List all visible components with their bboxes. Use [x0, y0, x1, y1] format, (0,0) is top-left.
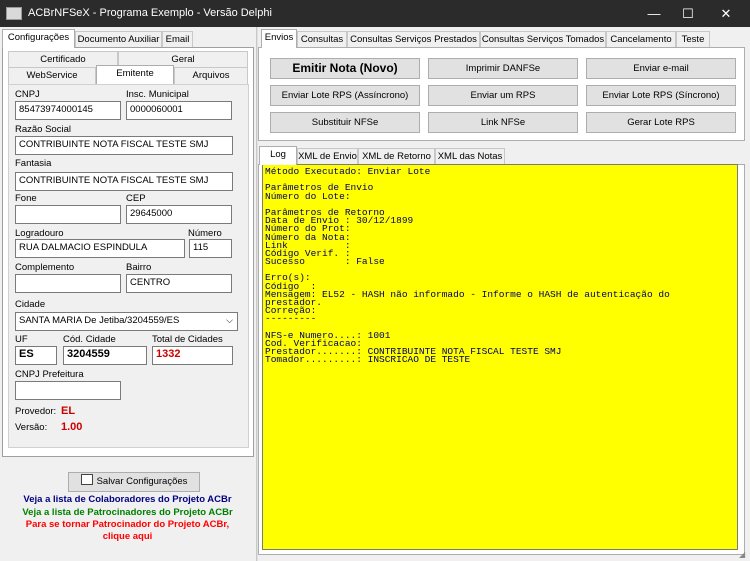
tab-xml-envio[interactable]: XML de Envio	[297, 148, 358, 165]
log-line: Erro(s):	[265, 272, 311, 284]
maximize-button[interactable]: ☐	[668, 0, 708, 27]
cnpj-label: CNPJ	[15, 89, 40, 100]
link-patrocinadores[interactable]: Veja a lista de Patrocinadores do Projet…	[0, 507, 255, 518]
logradouro-label: Logradouro	[15, 228, 64, 239]
log-line: Mensagem: EL52 - HASH não informado - In…	[265, 288, 670, 300]
total-cidades-label: Total de Cidades	[152, 334, 223, 345]
cod-cidade-label: Cód. Cidade	[63, 334, 116, 345]
tab-documento-auxiliar[interactable]: Documento Auxiliar	[75, 31, 162, 48]
log-line: ---------	[265, 313, 317, 325]
save-config-button[interactable]: Salvar Configurações	[68, 472, 200, 492]
tab-log[interactable]: Log	[259, 146, 297, 165]
versao-value: 1.00	[61, 421, 83, 433]
window-title: ACBrNFSeX - Programa Exemplo - Versão De…	[28, 7, 272, 19]
log-line: Sucesso : False	[265, 256, 385, 268]
razao-social-label: Razão Social	[15, 124, 71, 135]
insc-municipal-label: Insc. Municipal	[126, 89, 189, 100]
app-icon	[6, 7, 22, 20]
tab-xml-notas[interactable]: XML das Notas	[435, 148, 505, 165]
tab-emitente[interactable]: Emitente	[96, 65, 174, 84]
provedor-value: EL	[61, 405, 76, 417]
cep-field[interactable]: 29645000	[126, 205, 232, 224]
cidade-selected-value: SANTA MARIA De Jetiba/3204559/ES	[19, 315, 180, 326]
imprimir-danfse-button[interactable]: Imprimir DANFSe	[428, 58, 578, 79]
gerar-lote-rps-button[interactable]: Gerar Lote RPS	[586, 112, 736, 133]
bairro-field[interactable]: CENTRO	[126, 274, 232, 293]
enviar-um-rps-button[interactable]: Enviar um RPS	[428, 85, 578, 106]
tab-email[interactable]: Email	[162, 31, 193, 48]
tab-xml-retorno[interactable]: XML de Retorno	[358, 148, 435, 165]
enviar-email-button[interactable]: Enviar e-mail	[586, 58, 736, 79]
tab-consultas-tomados[interactable]: Consultas Serviços Tomados	[480, 31, 606, 48]
numero-label: Número	[188, 228, 222, 239]
resize-grip-icon[interactable]: ◢	[739, 550, 749, 560]
log-line: Tomador.........: INSCRICAO DE TESTE	[265, 354, 471, 366]
cnpj-prefeitura-label: CNPJ Prefeitura	[15, 369, 84, 380]
uf-label: UF	[15, 334, 28, 345]
complemento-label: Complemento	[15, 262, 75, 273]
provedor-label: Provedor:	[15, 406, 57, 417]
total-cidades-field[interactable]: 1332	[152, 346, 233, 365]
log-line: Número do Lote:	[265, 190, 351, 202]
substituir-nfse-button[interactable]: Substituir NFSe	[270, 112, 420, 133]
bairro-label: Bairro	[126, 262, 152, 273]
tab-configuracoes[interactable]: Configurações	[2, 29, 75, 48]
logradouro-field[interactable]: RUA DALMACIO ESPINDULA	[15, 239, 185, 258]
link-colaboradores[interactable]: Veja a lista de Colaboradores do Projeto…	[0, 494, 255, 505]
fone-label: Fone	[15, 193, 37, 204]
fantasia-field[interactable]: CONTRIBUINTE NOTA FISCAL TESTE SMJ	[15, 172, 233, 191]
uf-field[interactable]: ES	[15, 346, 57, 365]
tab-webservice[interactable]: WebService	[8, 67, 96, 84]
numero-field[interactable]: 115	[189, 239, 232, 258]
tab-envios[interactable]: Envios	[261, 29, 297, 48]
log-memo[interactable]: Método Executado: Enviar Lote Parâmetros …	[262, 164, 738, 550]
fantasia-label: Fantasia	[15, 158, 52, 169]
insc-municipal-field[interactable]: 0000060001	[126, 101, 232, 120]
link-nfse-button[interactable]: Link NFSe	[428, 112, 578, 133]
log-line: Correção:	[265, 305, 317, 317]
cnpj-field[interactable]: 85473974000145	[15, 101, 121, 120]
razao-social-field[interactable]: CONTRIBUINTE NOTA FISCAL TESTE SMJ	[15, 136, 233, 155]
emitir-nota-button[interactable]: Emitir Nota (Novo)	[270, 58, 420, 79]
log-line: prestador.	[265, 297, 323, 308]
cnpj-prefeitura-field[interactable]	[15, 381, 121, 400]
versao-label: Versão:	[15, 422, 48, 433]
tab-arquivos[interactable]: Arquivos	[174, 67, 248, 84]
tab-teste[interactable]: Teste	[676, 31, 710, 48]
enviar-lote-sincrono-button[interactable]: Enviar Lote RPS (Síncrono)	[586, 85, 736, 106]
title-bar: ACBrNFSeX - Programa Exemplo - Versão De…	[0, 0, 750, 27]
enviar-lote-assincrono-button[interactable]: Enviar Lote RPS (Assíncrono)	[270, 85, 420, 106]
tab-consultas-prestados[interactable]: Consultas Serviços Prestados	[347, 31, 480, 48]
complemento-field[interactable]	[15, 274, 121, 293]
tab-cancelamento[interactable]: Cancelamento	[606, 31, 676, 48]
fone-field[interactable]	[15, 205, 121, 224]
close-button[interactable]: ✕	[706, 0, 746, 27]
log-line: Método Executado: Enviar Lote	[265, 166, 431, 177]
cidade-select[interactable]: SANTA MARIA De Jetiba/3204559/ES ⌵	[15, 312, 238, 331]
cep-label: CEP	[126, 193, 146, 204]
save-config-label: Salvar Configurações	[96, 476, 188, 487]
chevron-down-icon[interactable]: ⌵	[226, 315, 233, 326]
save-icon	[80, 474, 93, 485]
link-patrocinar-2[interactable]: clique aqui	[0, 531, 255, 542]
cod-cidade-field[interactable]: 3204559	[63, 346, 147, 365]
cidade-label: Cidade	[15, 299, 46, 310]
tab-consultas[interactable]: Consultas	[297, 31, 347, 48]
link-patrocinar-1[interactable]: Para se tornar Patrocinador do Projeto A…	[0, 519, 255, 530]
